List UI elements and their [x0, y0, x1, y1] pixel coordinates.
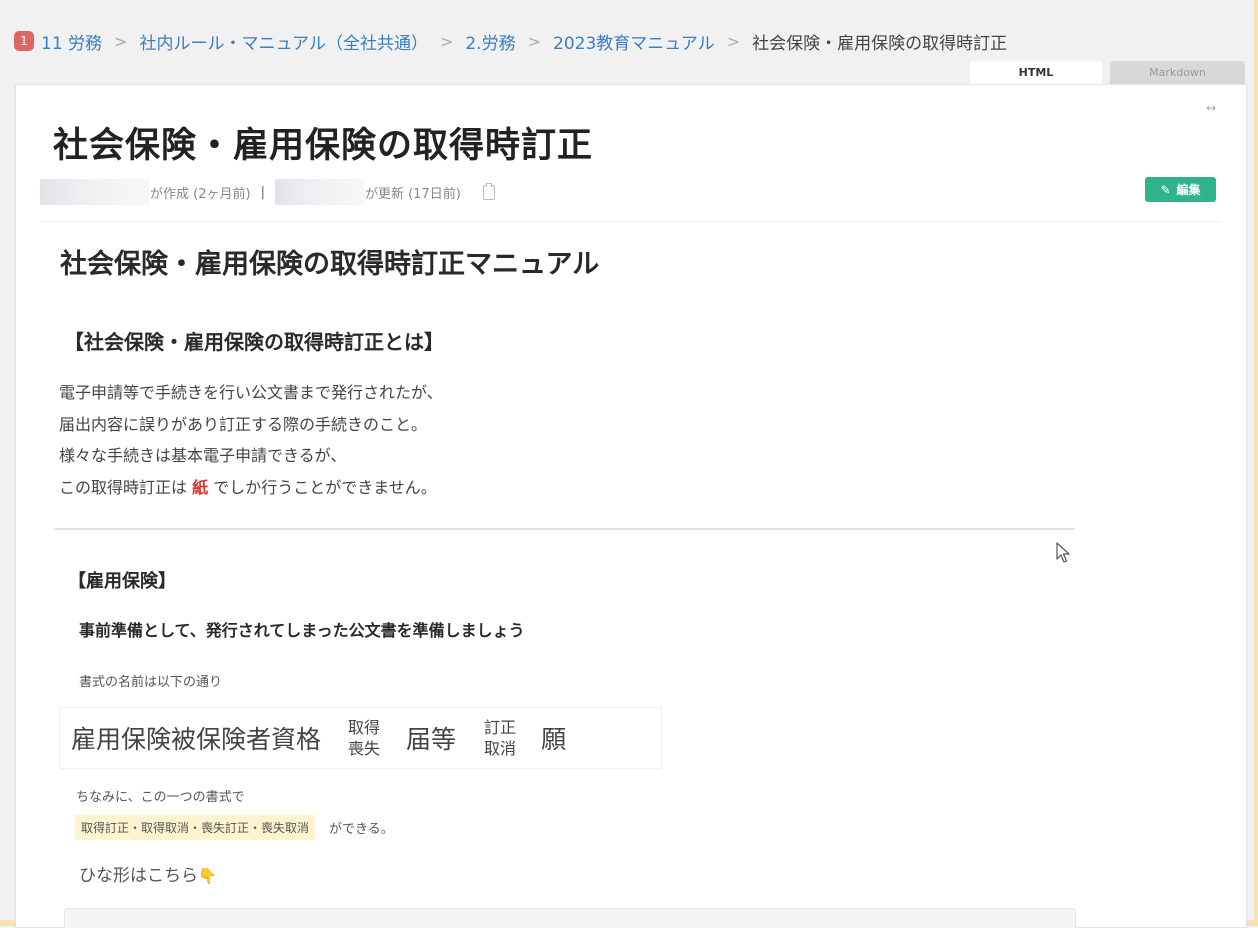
template-text: ひな形はこちら: [79, 866, 198, 886]
clipboard-icon[interactable]: [482, 182, 495, 200]
breadcrumb-separator: >: [439, 31, 454, 51]
breadcrumb-item-company-rules[interactable]: 社内ルール・マニュアル（全社共通）: [139, 29, 428, 54]
form-name-stack-text: 訂正: [484, 718, 517, 737]
definition-paragraph: 電子申請等で手続きを行い公文書まで発行されたが、 届出内容に誤りがあり訂正する際…: [59, 377, 443, 503]
page-meta: が作成 (2ヶ月前) | が更新 (17日前): [40, 179, 495, 205]
form-name-main: 雇用保険被保険者資格: [71, 725, 322, 754]
page-title: 社会保険・雇用保険の取得時訂正: [53, 126, 594, 166]
breadcrumb-item-labor-2[interactable]: 2.労務: [465, 29, 515, 54]
section-heading-definition: 【社会保険・雇用保険の取得時訂正とは】: [64, 330, 444, 354]
form-name-stack-acquire-lose: 取得 喪失: [348, 717, 380, 759]
created-info: が作成 (2ヶ月前): [150, 186, 251, 202]
divider: [41, 221, 1221, 222]
procedures-suffix: ができる。: [329, 822, 394, 837]
form-name-stack-text: 取得: [348, 718, 381, 737]
folder-badge: 1: [14, 31, 34, 51]
form-name-negai: 願: [541, 725, 567, 754]
page-card: ↔ 社会保険・雇用保険の取得時訂正 が作成 (2ヶ月前) | が更新 (17日前…: [15, 84, 1247, 928]
form-name-stack-text: 取消: [484, 739, 517, 758]
form-usage-line: 取得訂正・取得取消・喪失訂正・喪失取消 ができる。: [75, 815, 394, 840]
section-divider: [54, 528, 1075, 530]
section-heading-employment-insurance: 【雇用保険】: [68, 571, 176, 592]
expand-icon[interactable]: ↔: [1206, 101, 1216, 115]
breadcrumb-separator: >: [726, 31, 741, 51]
form-name-image: 雇用保険被保険者資格 取得 喪失 届等 訂正 取消 願: [59, 707, 662, 769]
template-link-text: ひな形はこちら👇: [79, 861, 217, 886]
template-embed-box[interactable]: [64, 908, 1076, 928]
paragraph-line: 様々な手続きは基本電子申請できるが、: [59, 446, 347, 465]
breadcrumb-item-labor[interactable]: 11 労務: [41, 29, 102, 54]
paragraph-line: この取得時訂正は 紙 でしか行うことができません。: [59, 472, 443, 504]
paragraph-line: 届出内容に誤りがあり訂正する際の手続きのこと。: [59, 414, 428, 434]
form-name-todoke: 届等: [406, 725, 457, 754]
form-name-stack-correct-cancel: 訂正 取消: [484, 717, 516, 759]
breadcrumb-current: 社会保険・雇用保険の取得時訂正: [752, 33, 1008, 54]
edit-button-label: 編集: [1176, 183, 1201, 197]
updater-avatar-blurred: [274, 179, 365, 205]
form-usage-note: ちなみに、この一つの書式で: [76, 790, 245, 805]
line-text: でしか行うことができません。: [208, 477, 437, 497]
breadcrumb: 1 11 労務 > 社内ルール・マニュアル（全社共通） > 2.労務 > 202…: [14, 27, 1007, 55]
creator-avatar-blurred: [40, 179, 150, 205]
form-name-note: 書式の名前は以下の通り: [79, 675, 223, 690]
breadcrumb-separator: >: [527, 31, 541, 51]
content-heading: 社会保険・雇用保険の取得時訂正マニュアル: [60, 249, 600, 280]
pencil-icon: ✎: [1160, 182, 1171, 197]
meta-separator: |: [260, 184, 265, 200]
form-name-stack-text: 喪失: [348, 739, 381, 758]
window-border-right: [1254, 0, 1258, 926]
preparation-subheading: 事前準備として、発行されてしまった公文書を準備しましょう: [79, 621, 525, 640]
breadcrumb-item-education-manual[interactable]: 2023教育マニュアル: [553, 29, 715, 54]
tab-markdown[interactable]: Markdown: [1110, 61, 1245, 85]
paragraph-line: 電子申請等で手続きを行い公文書まで発行されたが、: [59, 383, 443, 402]
breadcrumb-separator: >: [114, 31, 128, 51]
line-text: この取得時訂正は: [59, 477, 193, 497]
updated-info: が更新 (17日前): [364, 186, 461, 202]
pointing-hand-icon: 👇: [198, 867, 217, 885]
emphasis-paper: 紙: [192, 477, 209, 497]
highlighted-procedures: 取得訂正・取得取消・喪失訂正・喪失取消: [75, 815, 316, 840]
tab-html[interactable]: HTML: [970, 61, 1102, 85]
mouse-cursor-icon: [1056, 542, 1070, 563]
edit-button[interactable]: ✎ 編集: [1145, 177, 1216, 202]
